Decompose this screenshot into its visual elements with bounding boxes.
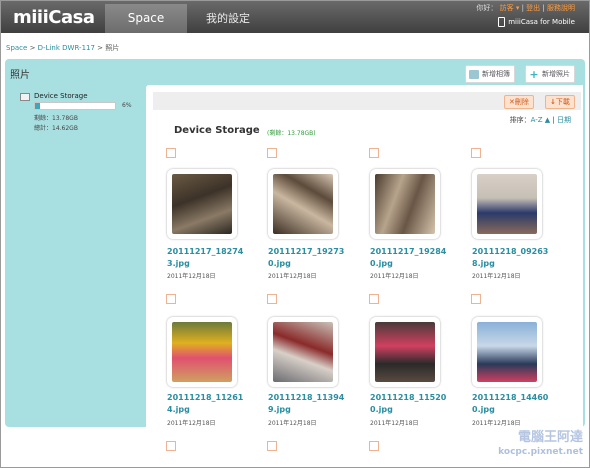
delete-label: 刪除 [514, 98, 529, 106]
photo-date: 2011年12月18日 [370, 273, 419, 280]
photo-filename[interactable]: 20111218_115200.jpg [370, 392, 450, 416]
miiicasa-logo[interactable]: miiiCasa [13, 7, 95, 28]
sort-az-link[interactable]: A-Z ▲ [531, 116, 551, 124]
download-button[interactable]: ↓下載 [545, 95, 575, 109]
logout-link[interactable]: 登出 [526, 4, 540, 12]
photo-date: 2011年12月18日 [167, 420, 216, 427]
select-checkbox[interactable] [369, 294, 379, 304]
photo-filename[interactable]: 20111217_192840.jpg [370, 246, 450, 270]
photo-date: 2011年12月18日 [472, 420, 521, 427]
photo-image [477, 174, 537, 234]
mobile-link-label: miiiCasa for Mobile [508, 18, 575, 26]
delete-button[interactable]: ✕刪除 [504, 95, 534, 109]
sort-date-link[interactable]: 日期 [557, 116, 571, 124]
top-links: 你好： 訪客 ▾ | 登出 | 服務說明 [476, 3, 575, 13]
select-checkbox[interactable] [267, 148, 277, 158]
storage-usage-fill [35, 103, 40, 109]
breadcrumb-space[interactable]: Space [6, 44, 27, 52]
photo-date: 2011年12月18日 [268, 273, 317, 280]
photo-filename[interactable]: 20111217_182743.jpg [167, 246, 247, 270]
user-menu-link[interactable]: 訪客 ▾ [500, 4, 520, 12]
new-photo-label: 新增照片 [542, 70, 570, 78]
sort-separator: | [550, 116, 557, 124]
top-bar: miiiCasa Space 我的設定 你好： 訪客 ▾ | 登出 | 服務說明… [1, 1, 589, 33]
photo-image [273, 322, 333, 382]
breadcrumb-separator: > [94, 44, 106, 52]
photo-filename[interactable]: 20111217_192730.jpg [268, 246, 348, 270]
new-album-button[interactable]: 新增相簿 [465, 65, 515, 83]
download-label: 下載 [555, 98, 570, 106]
storage-device-icon [20, 93, 30, 101]
breadcrumb: Space > D-Link DWR-117 > 照片 [6, 43, 119, 53]
storage-remaining: 剩餘：13.78GB [34, 115, 78, 122]
photo-image [375, 322, 435, 382]
plus-icon: + [529, 67, 539, 81]
sort-label: 排序： [509, 116, 531, 124]
watermark: 電腦王阿達 kocpc.pixnet.net [498, 431, 583, 459]
photo-image [477, 322, 537, 382]
folder-icon [469, 69, 479, 79]
photo-thumbnail[interactable] [167, 169, 237, 239]
photo-filename[interactable]: 20111218_113949.jpg [268, 392, 348, 416]
page-title: 照片 [10, 70, 30, 81]
photo-date: 2011年12月18日 [370, 420, 419, 427]
photo-image [172, 174, 232, 234]
storage-total: 總計：14.62GB [34, 125, 78, 132]
photo-thumbnail[interactable] [268, 169, 338, 239]
select-checkbox[interactable] [166, 441, 176, 451]
storage-heading: Device Storage [174, 125, 260, 136]
photo-date: 2011年12月18日 [268, 420, 317, 427]
photo-thumbnail[interactable] [370, 169, 440, 239]
photo-thumbnail[interactable] [167, 317, 237, 387]
select-checkbox[interactable] [471, 294, 481, 304]
storage-heading-remaining: (剩餘：13.78GB) [267, 130, 316, 137]
select-checkbox[interactable] [369, 441, 379, 451]
mobile-link[interactable]: miiiCasa for Mobile [498, 17, 575, 27]
tab-my-settings[interactable]: 我的設定 [187, 4, 269, 33]
photo-thumbnail[interactable] [472, 317, 542, 387]
photo-image [375, 174, 435, 234]
photo-filename[interactable]: 20111218_144600.jpg [472, 392, 552, 416]
phone-icon [498, 17, 506, 27]
select-checkbox[interactable] [267, 294, 277, 304]
photo-thumbnail[interactable] [370, 317, 440, 387]
sidebar-device-name[interactable]: Device Storage [34, 92, 88, 100]
watermark-url: kocpc.pixnet.net [498, 447, 583, 457]
help-link[interactable]: 服務說明 [547, 4, 575, 12]
new-album-label: 新增相簿 [482, 70, 510, 78]
breadcrumb-current: 照片 [105, 44, 120, 52]
photo-image [172, 322, 232, 382]
photo-date: 2011年12月18日 [167, 273, 216, 280]
breadcrumb-device[interactable]: D-Link DWR-117 [38, 44, 95, 52]
app-window: miiiCasa Space 我的設定 你好： 訪客 ▾ | 登出 | 服務說明… [0, 0, 590, 468]
storage-usage-percent: 6% [122, 102, 132, 109]
sort-controls: 排序：A-Z ▲ | 日期 [510, 115, 571, 125]
new-photo-button[interactable]: + 新增照片 [525, 65, 575, 83]
select-checkbox[interactable] [369, 148, 379, 158]
select-checkbox[interactable] [166, 148, 176, 158]
watermark-title: 電腦王阿達 [517, 430, 583, 445]
photo-date: 2011年12月18日 [472, 273, 521, 280]
photo-thumbnail[interactable] [472, 169, 542, 239]
select-checkbox[interactable] [166, 294, 176, 304]
greeting-text: 你好： [476, 4, 498, 12]
select-checkbox[interactable] [471, 148, 481, 158]
photo-filename[interactable]: 20111218_112614.jpg [167, 392, 247, 416]
breadcrumb-separator: > [27, 44, 38, 52]
storage-usage-bar [34, 102, 116, 110]
photo-thumbnail[interactable] [268, 317, 338, 387]
photo-filename[interactable]: 20111218_092638.jpg [472, 246, 552, 270]
select-checkbox[interactable] [267, 441, 277, 451]
photo-image [273, 174, 333, 234]
tab-space[interactable]: Space [105, 4, 187, 33]
